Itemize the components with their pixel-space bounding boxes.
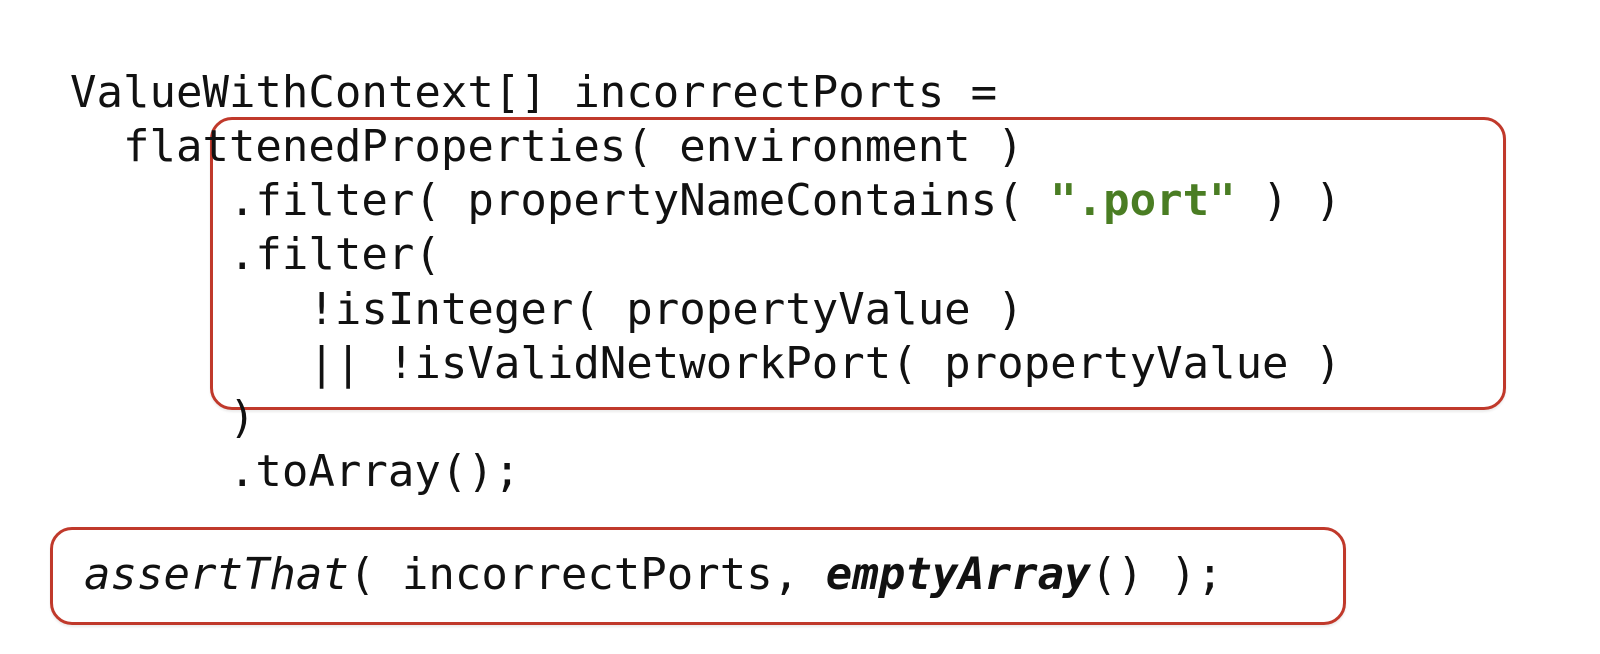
string-literal-port: ".port" bbox=[1050, 175, 1235, 226]
empty-array-call: emptyArray bbox=[826, 549, 1091, 600]
code-block: ValueWithContext[] incorrectPorts = flat… bbox=[70, 12, 1342, 499]
assert-line: assertThat( incorrectPorts, emptyArray()… bbox=[84, 548, 1223, 602]
assert-that-call: assertThat bbox=[84, 549, 349, 600]
code-line-7: ) bbox=[70, 392, 255, 443]
code-line-2: flattenedProperties( environment ) bbox=[70, 121, 1024, 172]
code-line-8: .toArray(); bbox=[70, 446, 520, 497]
code-line-6: || !isValidNetworkPort( propertyValue ) bbox=[70, 338, 1342, 389]
code-line-1: ValueWithContext[] incorrectPorts = bbox=[70, 67, 997, 118]
code-line-4: .filter( bbox=[70, 229, 441, 280]
code-line-5: !isInteger( propertyValue ) bbox=[70, 284, 1024, 335]
code-slide: ValueWithContext[] incorrectPorts = flat… bbox=[0, 0, 1600, 654]
code-line-3: .filter( propertyNameContains( ".port" )… bbox=[70, 175, 1342, 226]
